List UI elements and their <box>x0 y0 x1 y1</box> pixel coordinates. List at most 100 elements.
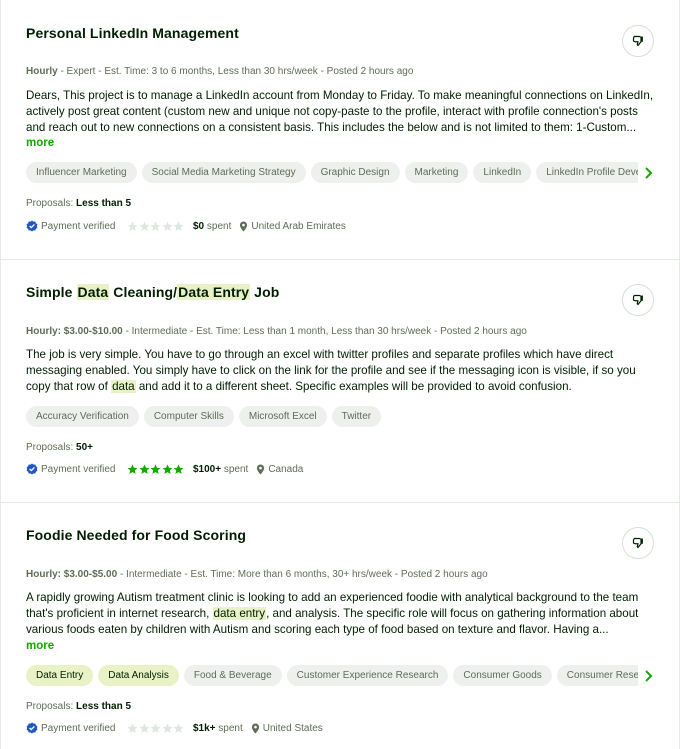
star-icon <box>151 221 161 231</box>
verified-badge-icon <box>26 220 38 232</box>
skill-tag[interactable]: Social Media Marketing Strategy <box>141 162 306 183</box>
skill-tag[interactable]: Data Analysis <box>98 665 179 686</box>
job-description: The job is very simple. You have to go t… <box>26 347 656 395</box>
job-type: Hourly: $3.00-$5.00 <box>26 569 118 580</box>
job-meta-details: - Intermediate - Est. Time: Less than 1 … <box>122 326 527 337</box>
skill-tag[interactable]: Computer Skills <box>143 406 234 427</box>
more-link[interactable]: more <box>26 137 54 149</box>
star-icon <box>128 723 138 733</box>
amount-spent: $100+ spent <box>193 464 248 475</box>
spent-label: spent <box>215 722 243 734</box>
star-icon <box>174 464 184 474</box>
job-feed: Personal LinkedIn Management Hourly - Ex… <box>0 0 680 749</box>
dislike-button[interactable] <box>622 25 654 57</box>
star-icon <box>151 723 161 733</box>
client-info: Payment verified $1k+ spent United State… <box>26 722 323 734</box>
client-country: United Arab Emirates <box>251 220 346 232</box>
title-highlight: Data <box>76 284 110 300</box>
verified-badge-icon <box>26 463 38 475</box>
skill-tag[interactable]: Food & Beverage <box>183 665 282 686</box>
proposals: Proposals: Less than 5 <box>26 198 131 209</box>
proposals-value: Less than 5 <box>76 198 132 209</box>
star-icon <box>139 723 150 733</box>
skill-tag[interactable]: Customer Experience Research <box>286 665 449 686</box>
job-type: Hourly: $3.00-$10.00 <box>26 326 123 337</box>
skill-tag[interactable]: Data Entry <box>26 665 94 686</box>
star-icon <box>162 464 173 474</box>
star-icon <box>151 464 161 474</box>
job-meta-details: - Expert - Est. Time: 3 to 6 months, Les… <box>57 66 414 77</box>
skill-tag[interactable]: LinkedIn Profile Development <box>536 162 638 183</box>
thumbs-down-icon <box>632 537 643 549</box>
chevron-right-icon[interactable] <box>643 166 655 180</box>
spent-value: $0 <box>192 220 205 232</box>
proposals: Proposals: Less than 5 <box>26 701 131 712</box>
job-card[interactable]: Simple Data Cleaning/Data Entry Job Hour… <box>1 260 679 503</box>
job-title[interactable]: Personal LinkedIn Management <box>26 25 239 41</box>
proposals-label: Proposals: <box>26 198 74 209</box>
dislike-button[interactable] <box>622 527 654 559</box>
skill-tag[interactable]: Accuracy Verification <box>26 406 139 427</box>
title-text: Simple <box>26 284 77 300</box>
skill-tag[interactable]: Marketing <box>404 162 469 183</box>
thumbs-down-icon <box>632 294 643 306</box>
location-pin-icon <box>251 723 259 733</box>
proposals-label: Proposals: <box>26 442 74 453</box>
skills-list: Influencer Marketing Social Media Marketi… <box>26 162 638 184</box>
job-title[interactable]: Foodie Needed for Food Scoring <box>26 527 246 543</box>
star-icon <box>174 723 184 733</box>
desc-highlight: data entry <box>212 607 267 620</box>
job-type: Hourly <box>26 66 58 77</box>
payment-verified-label: Payment verified <box>41 463 116 475</box>
amount-spent: $1k+ spent <box>193 723 243 734</box>
star-icon <box>128 464 138 474</box>
client-info: Payment verified $0 spent United Arab Em… <box>26 220 346 232</box>
job-description: A rapidly growing Autism treatment clini… <box>26 590 656 638</box>
client-country: Canada <box>268 463 304 475</box>
proposals: Proposals: 50+ <box>26 442 93 453</box>
skill-tag[interactable]: Consumer Research <box>556 665 638 686</box>
client-info: Payment verified $100+ spent Canada <box>26 463 303 475</box>
proposals-value: 50+ <box>76 442 93 453</box>
star-icon <box>162 723 173 733</box>
chevron-right-icon[interactable] <box>643 669 655 683</box>
spent-value: $1k+ <box>192 722 216 734</box>
payment-verified-label: Payment verified <box>41 722 116 734</box>
job-card[interactable]: Foodie Needed for Food Scoring Hourly: $… <box>1 503 679 749</box>
star-icon <box>139 464 150 474</box>
job-meta-details: - Intermediate - Est. Time: More than 6 … <box>117 569 488 580</box>
rating-stars <box>127 221 185 232</box>
payment-verified-label: Payment verified <box>41 220 116 232</box>
skill-tag[interactable]: Graphic Design <box>310 162 400 183</box>
job-description: Dears, This project is to manage a Linke… <box>26 89 654 134</box>
rating-stars <box>127 723 185 734</box>
job-meta: Hourly - Expert - Est. Time: 3 to 6 mont… <box>26 66 413 77</box>
client-country: United States <box>262 722 323 734</box>
star-icon <box>162 221 173 231</box>
title-text: Cleaning/ <box>109 284 178 300</box>
desc-text: and add it to a different sheet. Specifi… <box>135 380 572 393</box>
amount-spent: $0 spent <box>193 221 231 232</box>
skills-list: Data Entry Data Analysis Food & Beverage Cu… <box>26 665 638 687</box>
rating-stars <box>127 464 185 475</box>
skill-tag[interactable]: Twitter <box>331 406 382 427</box>
more-link[interactable]: more <box>26 640 54 652</box>
spent-value: $100+ <box>192 463 222 475</box>
skill-tag[interactable]: LinkedIn <box>473 162 532 183</box>
location-pin-icon <box>257 464 265 474</box>
dislike-button[interactable] <box>622 284 654 316</box>
verified-badge-icon <box>26 722 38 734</box>
star-icon <box>174 221 184 231</box>
title-text: Job <box>250 284 280 300</box>
desc-highlight: data <box>111 380 136 393</box>
proposals-value: Less than 5 <box>76 701 132 712</box>
job-title[interactable]: Simple Data Cleaning/Data Entry Job <box>26 284 279 300</box>
skill-tag[interactable]: Consumer Goods <box>453 665 552 686</box>
star-icon <box>128 221 138 231</box>
job-card[interactable]: Personal LinkedIn Management Hourly - Ex… <box>1 0 679 260</box>
skill-tag[interactable]: Influencer Marketing <box>26 162 137 183</box>
proposals-label: Proposals: <box>26 701 74 712</box>
star-icon <box>139 221 150 231</box>
location-pin-icon <box>240 221 248 231</box>
skill-tag[interactable]: Microsoft Excel <box>238 406 327 427</box>
